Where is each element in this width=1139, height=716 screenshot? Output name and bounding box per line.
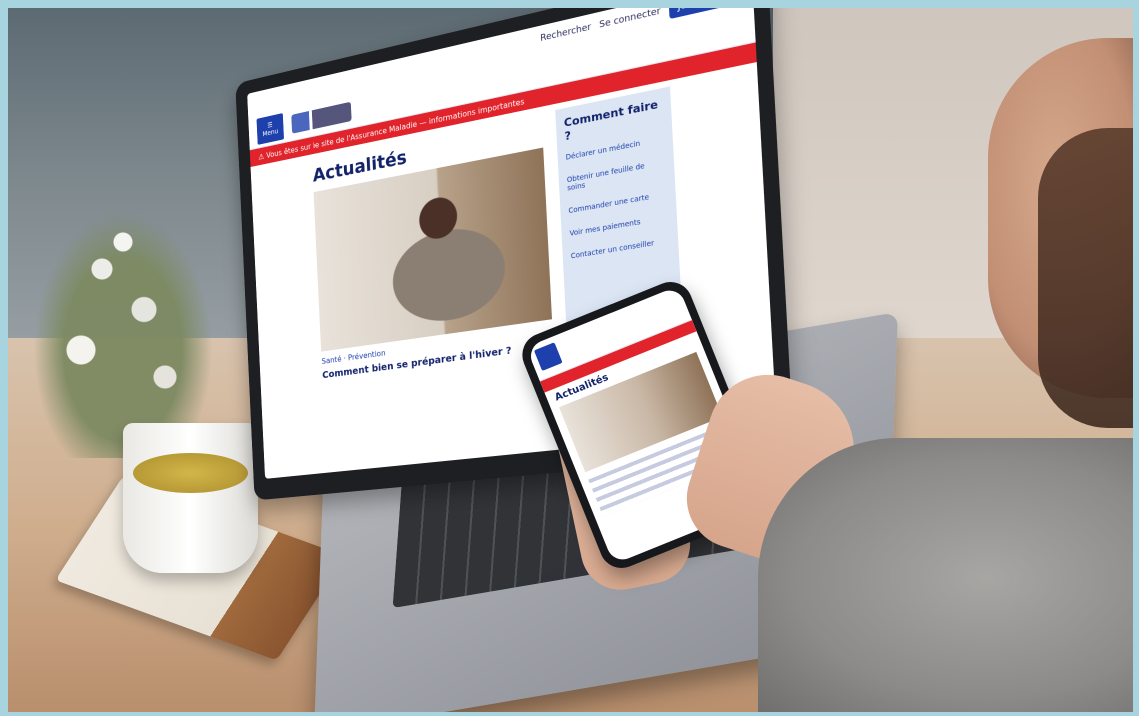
tea (133, 453, 248, 493)
menu-button[interactable]: ☰ Menu (256, 113, 285, 145)
flower-vase (18, 188, 228, 458)
sidebar-item[interactable]: Commander une carte (568, 190, 667, 215)
sidebar-title: Comment faire ? (563, 97, 659, 144)
site-logo[interactable] (291, 101, 352, 134)
menu-button-label: Menu (262, 127, 279, 139)
sidebar-item[interactable]: Obtenir une feuille de soins (567, 158, 666, 193)
topbar-link-search[interactable]: Rechercher (540, 22, 591, 44)
tea-cup (123, 423, 258, 573)
sidebar-item[interactable]: Contacter un conseiller (571, 236, 670, 261)
phone-menu-button[interactable] (533, 342, 563, 371)
alert-icon: ⚠ (258, 151, 265, 162)
person-hair (1038, 128, 1133, 428)
photo: Rechercher Se connecter Je m'inscris ☰ M… (8, 8, 1133, 712)
sidebar-item[interactable]: Voir mes paiements (569, 213, 668, 238)
sweater-sleeve (758, 438, 1133, 712)
image-frame: Rechercher Se connecter Je m'inscris ☰ M… (0, 0, 1139, 716)
